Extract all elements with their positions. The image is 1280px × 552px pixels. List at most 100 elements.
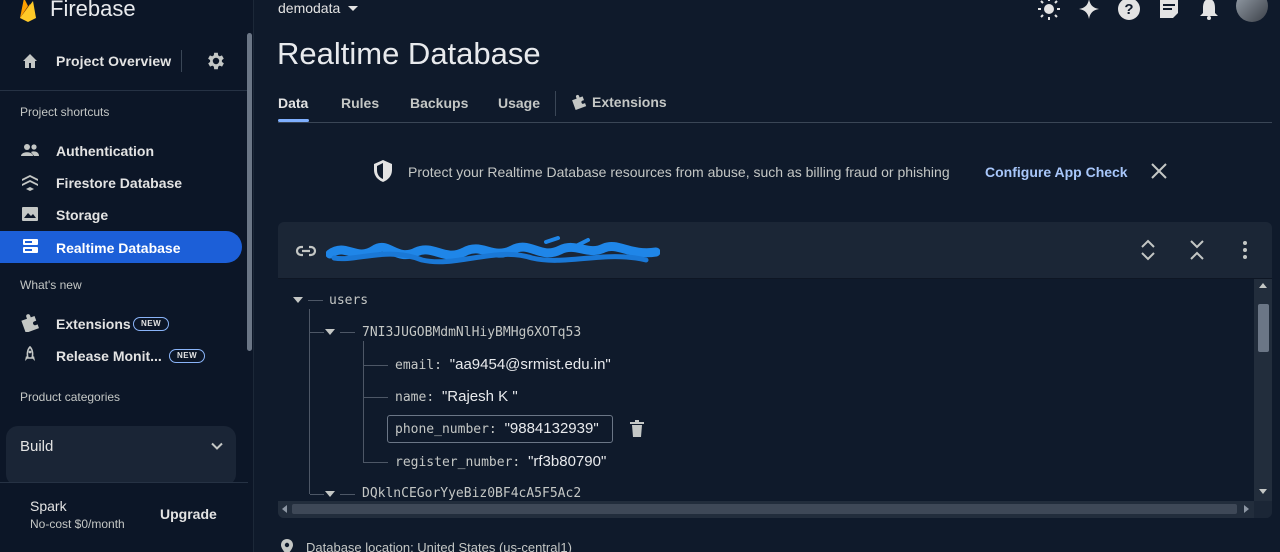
shield-icon (374, 160, 392, 182)
active-tab-indicator (278, 119, 309, 122)
firestore-icon (22, 175, 38, 191)
collapse-toggle-icon[interactable] (325, 329, 335, 335)
sidebar-item-firestore[interactable]: Firestore Database (0, 166, 242, 198)
realtime-database-icon (23, 239, 38, 253)
expand-all-icon[interactable] (1136, 238, 1160, 262)
tab-extensions[interactable]: Extensions (571, 94, 667, 110)
project-overview-link[interactable]: Project Overview (56, 53, 171, 69)
caret-down-icon (348, 5, 359, 11)
scroll-left-arrow-icon[interactable] (282, 505, 287, 513)
sidebar: Firebase Project Overview Project shortc… (0, 0, 254, 552)
notifications-bell-icon[interactable] (1196, 0, 1222, 22)
extensions-icon (21, 314, 39, 332)
tree-connector (364, 365, 388, 366)
tree-connector (364, 397, 388, 398)
new-badge: NEW (169, 349, 206, 363)
scrollbar-thumb[interactable] (292, 504, 1237, 514)
data-tree: users 7NI3JUGOBMdmNlHiyBMHg6XOTq53 email… (278, 279, 1254, 501)
storage-icon (22, 207, 38, 221)
more-vert-icon[interactable] (1233, 238, 1257, 262)
project-name: demodata (278, 0, 341, 16)
feedback-icon[interactable] (1156, 0, 1182, 22)
topbar-icons: ? (1036, 0, 1268, 22)
sidebar-item-authentication[interactable]: Authentication (0, 134, 242, 166)
scrollbar-corner (1254, 501, 1272, 518)
sidebar-item-label: Storage (56, 207, 109, 223)
plan-panel: Spark No-cost $0/month Upgrade (0, 482, 248, 544)
database-location-text: Database location: United States (us-cen… (306, 539, 572, 552)
chevron-down-icon (211, 442, 223, 450)
delete-icon[interactable] (629, 420, 645, 438)
tree-connector (309, 309, 310, 494)
scroll-down-arrow-icon[interactable] (1259, 489, 1267, 494)
collapse-all-icon[interactable] (1185, 238, 1209, 262)
brand-name: Firebase (50, 0, 136, 21)
tree-connector (340, 332, 355, 333)
scroll-up-arrow-icon[interactable] (1259, 283, 1267, 288)
theme-sun-icon[interactable] (1036, 0, 1062, 22)
link-icon[interactable] (294, 239, 318, 263)
section-title-shortcuts: Project shortcuts (20, 105, 110, 119)
scroll-right-arrow-icon[interactable] (1244, 505, 1249, 513)
tab-extensions-label: Extensions (592, 94, 667, 110)
close-icon[interactable] (1149, 161, 1169, 181)
project-overview-row: Project Overview (0, 42, 248, 80)
tab-bar: Data Rules Backups Usage Extensions (278, 88, 1272, 123)
tab-usage[interactable]: Usage (498, 95, 540, 111)
tree-node-users[interactable]: users (329, 293, 368, 308)
tree-field-phone-number[interactable]: phone_number: "9884132939" (395, 420, 599, 437)
tab-backups[interactable]: Backups (410, 95, 468, 111)
divider (555, 91, 556, 116)
build-label: Build (20, 438, 54, 455)
collapse-toggle-icon[interactable] (293, 297, 303, 303)
tree-node-user-id[interactable]: DQklnCEGorYyeBiz0BF4cA5F5Ac2 (362, 486, 581, 501)
sidebar-item-release-monitoring[interactable]: Release Monit... NEW (0, 339, 242, 371)
location-pin-icon (281, 539, 293, 552)
tree-connector (310, 494, 324, 495)
firebase-logo-icon (20, 0, 36, 22)
sidebar-item-storage[interactable]: Storage (0, 198, 242, 230)
scrollbar-thumb[interactable] (1258, 304, 1269, 352)
build-category[interactable]: Build (6, 426, 236, 486)
sidebar-scrollbar[interactable] (247, 33, 252, 351)
tree-connector (308, 300, 323, 301)
sidebar-item-realtime-database[interactable]: Realtime Database (0, 231, 242, 263)
gear-icon[interactable] (205, 50, 227, 72)
page-title: Realtime Database (277, 36, 541, 71)
banner-message: Protect your Realtime Database resources… (408, 164, 950, 180)
collapse-toggle-icon[interactable] (325, 491, 335, 497)
tab-rules[interactable]: Rules (341, 95, 379, 111)
sidebar-item-label: Firestore Database (56, 175, 183, 191)
redacted-database-url[interactable] (326, 232, 660, 272)
upgrade-button[interactable]: Upgrade (160, 506, 217, 522)
panel-header (278, 222, 1272, 279)
vertical-scrollbar[interactable] (1254, 279, 1272, 501)
help-icon[interactable]: ? (1116, 0, 1142, 22)
app-check-banner: Protect your Realtime Database resources… (372, 158, 1167, 184)
people-icon (21, 144, 39, 156)
new-badge: NEW (133, 317, 170, 331)
plan-price: No-cost $0/month (30, 517, 125, 531)
tab-data[interactable]: Data (278, 95, 308, 111)
sidebar-item-label: Authentication (56, 143, 154, 159)
tree-node-user-id[interactable]: 7NI3JUGOBMdmNlHiyBMHg6XOTq53 (362, 325, 581, 340)
tree-field-register-number[interactable]: register_number: "rf3b80790" (395, 453, 606, 470)
avatar[interactable] (1236, 0, 1268, 22)
project-selector[interactable]: demodata (278, 0, 359, 16)
tree-connector (364, 462, 388, 463)
tree-field-email[interactable]: email: "aa9454@srmist.edu.in" (395, 356, 611, 373)
tree-field-name[interactable]: name: "Rajesh K " (395, 388, 518, 405)
horizontal-scrollbar[interactable] (278, 501, 1254, 518)
rocket-icon (25, 346, 35, 361)
sidebar-item-label: Extensions (56, 316, 131, 332)
brand[interactable]: Firebase (18, 0, 136, 24)
svg-text:?: ? (1124, 1, 1133, 18)
divider (181, 50, 182, 72)
configure-app-check-link[interactable]: Configure App Check (985, 164, 1128, 180)
home-icon (23, 54, 37, 68)
tree-connector (310, 332, 324, 333)
database-location: Database location: United States (us-cen… (280, 538, 572, 552)
sidebar-item-extensions[interactable]: Extensions NEW (0, 307, 242, 339)
section-title-categories: Product categories (20, 390, 121, 404)
gemini-sparkle-icon[interactable] (1076, 0, 1102, 22)
